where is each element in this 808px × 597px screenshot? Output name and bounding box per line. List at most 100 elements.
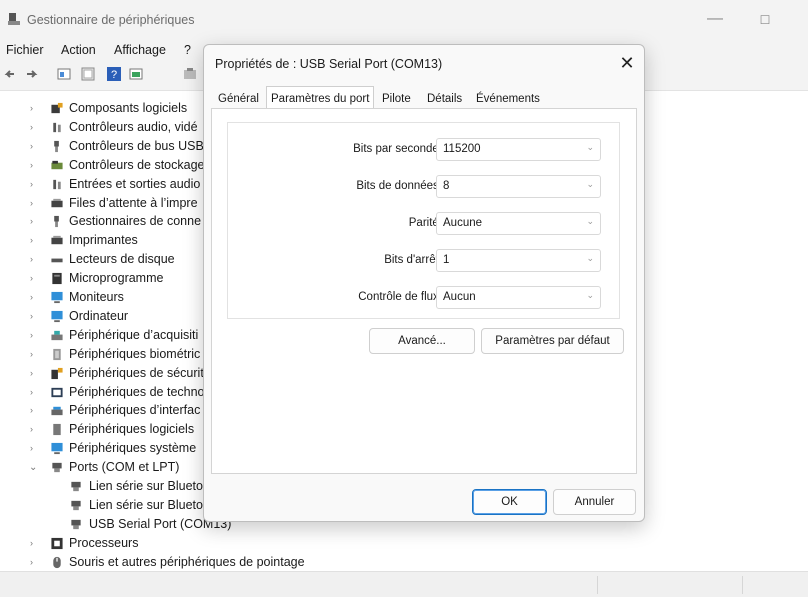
help-icon[interactable]: ?: [106, 66, 122, 82]
monitor-icon: [51, 291, 63, 304]
chevron-right-icon[interactable]: ›: [30, 288, 40, 307]
parity-value: Aucune: [443, 217, 483, 229]
storage-controller-icon: [51, 160, 63, 169]
chevron-down-icon: ⌄: [586, 253, 594, 263]
system-device-icon: [51, 443, 63, 455]
tab-general[interactable]: Général: [214, 89, 263, 109]
menu-affichage[interactable]: Affichage: [114, 43, 166, 57]
tree-item-label: Contrôleurs de bus USB: [69, 138, 204, 153]
chevron-right-icon[interactable]: ›: [30, 307, 40, 326]
tree-item-label: Périphériques logiciels: [69, 422, 195, 437]
chevron-right-icon[interactable]: ›: [30, 99, 40, 118]
usb-controller-icon: [54, 140, 59, 152]
tree-item-label: Ports (COM et LPT): [69, 460, 180, 475]
biometric-icon: [53, 348, 61, 360]
parity-select[interactable]: Aucune ⌄: [436, 212, 601, 235]
security-device-icon: [51, 367, 63, 379]
audio-video-controller-icon: [53, 122, 61, 133]
chevron-right-icon[interactable]: ›: [30, 137, 40, 156]
chevron-right-icon[interactable]: ›: [30, 326, 40, 345]
baud-rate-label: Bits par seconde:: [353, 143, 442, 155]
tree-item[interactable]: › Processeurs: [0, 534, 808, 553]
chevron-right-icon[interactable]: ›: [30, 212, 40, 231]
menu-help[interactable]: ?: [184, 43, 191, 57]
flow-control-value: Aucun: [443, 291, 476, 303]
data-bits-value: 8: [443, 180, 450, 192]
data-bits-select[interactable]: 8 ⌄: [436, 175, 601, 198]
chevron-right-icon[interactable]: ›: [30, 553, 40, 572]
tree-item-label: Moniteurs: [69, 290, 124, 304]
imaging-device-icon: [51, 330, 63, 340]
baud-rate-select[interactable]: 115200 ⌄: [436, 138, 601, 161]
tree-item-label: Souris et autres périphériques de pointa…: [69, 554, 305, 569]
status-bar: [0, 571, 808, 597]
back-arrow-icon[interactable]: [2, 66, 18, 82]
stop-bits-value: 1: [443, 254, 450, 266]
tree-item-label: Périphériques de techno: [69, 384, 205, 399]
parity-label: Parité:: [408, 217, 442, 229]
hid-icon: [51, 407, 63, 416]
flow-control-label: Contrôle de flux:: [358, 291, 442, 303]
forward-arrow-icon[interactable]: [24, 66, 40, 82]
menu-action[interactable]: Action: [61, 43, 96, 57]
data-bits-label: Bits de données:: [356, 180, 442, 192]
status-divider: [597, 576, 598, 594]
tree-item-label: Microprogramme: [69, 271, 164, 286]
chevron-right-icon[interactable]: ›: [30, 250, 40, 269]
tab-port-settings[interactable]: Paramètres du port: [266, 86, 375, 110]
chevron-right-icon[interactable]: ›: [30, 231, 40, 250]
chevron-down-icon: ⌄: [586, 179, 594, 189]
tree-item-label: Contrôleurs audio, vidé: [69, 119, 198, 134]
tree-item-label: Processeurs: [69, 535, 139, 550]
chevron-right-icon[interactable]: ›: [30, 401, 40, 420]
tree-item[interactable]: › Souris et autres périphériques de point…: [0, 553, 808, 572]
tree-item-label: Entrées et sorties audio: [69, 176, 201, 191]
tree-item-label: Périphériques biométric: [69, 346, 201, 361]
device-manager-icon: [8, 13, 20, 25]
restore-defaults-button[interactable]: Paramètres par défaut: [481, 328, 624, 354]
cancel-button[interactable]: Annuler: [553, 489, 636, 515]
stop-bits-select[interactable]: 1 ⌄: [436, 249, 601, 272]
tree-item-label: Périphériques de sécurit: [69, 365, 204, 380]
chevron-down-icon[interactable]: ⌄: [29, 458, 39, 477]
stop-bits-label: Bits d'arrêt:: [384, 254, 442, 266]
tab-details[interactable]: Détails: [423, 89, 466, 109]
minimize-button[interactable]: —: [700, 8, 730, 32]
chevron-right-icon[interactable]: ›: [30, 439, 40, 458]
software-components-icon: [51, 102, 63, 114]
chevron-right-icon[interactable]: ›: [30, 420, 40, 439]
scan-hardware-icon[interactable]: [182, 66, 198, 82]
print-queue-icon: [51, 198, 63, 207]
status-divider: [742, 576, 743, 594]
show-hide-tree-icon[interactable]: [56, 66, 72, 82]
chevron-right-icon[interactable]: ›: [30, 383, 40, 402]
menu-fichier[interactable]: Fichier: [6, 43, 44, 57]
chevron-right-icon[interactable]: ›: [30, 345, 40, 364]
chevron-right-icon[interactable]: ›: [30, 364, 40, 383]
tech-device-icon: [51, 387, 63, 397]
disk-drive-icon: [51, 258, 63, 263]
flow-control-select[interactable]: Aucun ⌄: [436, 286, 601, 309]
chevron-right-icon[interactable]: ›: [30, 534, 40, 553]
tree-item-label: Lien série sur Blueto: [89, 479, 203, 493]
view-icon[interactable]: [128, 66, 144, 82]
chevron-right-icon[interactable]: ›: [30, 156, 40, 175]
tab-events[interactable]: Événements: [472, 89, 544, 109]
port-icon: [71, 500, 81, 511]
mouse-icon: [53, 556, 61, 568]
chevron-right-icon[interactable]: ›: [30, 269, 40, 288]
chevron-right-icon[interactable]: ›: [30, 194, 40, 213]
chevron-right-icon[interactable]: ›: [30, 118, 40, 137]
ok-button[interactable]: OK: [472, 489, 547, 515]
software-device-icon: [53, 424, 61, 436]
advanced-button[interactable]: Avancé...: [369, 328, 475, 354]
tree-item-label: Périphérique d’acquisiti: [69, 327, 199, 342]
tab-driver[interactable]: Pilote: [378, 89, 415, 109]
close-icon[interactable]: ✕: [614, 51, 640, 75]
properties-icon[interactable]: [80, 66, 96, 82]
baud-rate-value: 115200: [443, 143, 481, 155]
tree-item-label: Ordinateur: [69, 308, 129, 323]
maximize-button[interactable]: ☐: [750, 8, 780, 32]
chevron-right-icon[interactable]: ›: [30, 175, 40, 194]
port-icon: [52, 462, 62, 473]
